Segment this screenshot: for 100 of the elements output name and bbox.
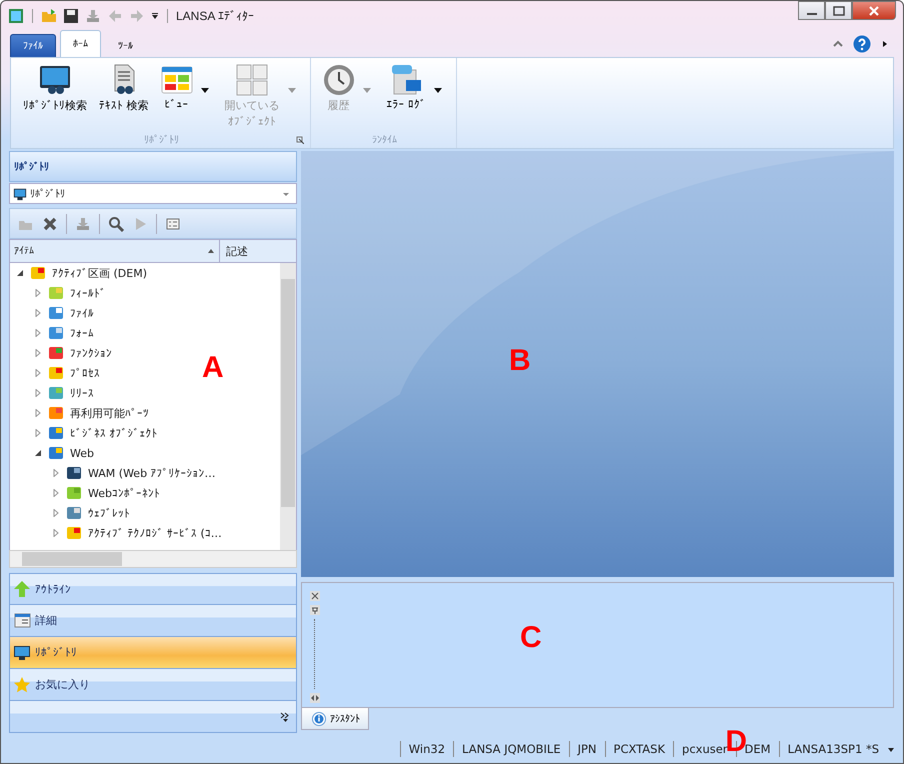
ribbon-tab[interactable]: ﾂｰﾙ: [105, 34, 146, 57]
status-item: Win32: [408, 742, 446, 756]
status-item: JPN: [578, 742, 597, 756]
tile-icon: [66, 485, 82, 501]
tree-item[interactable]: ﾌｧｲﾙ: [70, 306, 94, 320]
tree-item[interactable]: ｱｸﾃｨﾌﾞ ﾃｸﾉﾛｼﾞ ｻｰﾋﾞｽ (ｺ…: [88, 526, 222, 540]
column-header[interactable]: ｱｲﾃﾑ: [10, 240, 220, 262]
ribbon-button[interactable]: ﾃｷｽﾄ 検索: [95, 62, 152, 115]
list-icon[interactable]: [165, 216, 181, 232]
annotation-letter: A: [202, 353, 224, 383]
sort-arrow-icon: [207, 247, 215, 255]
pin-icon[interactable]: [310, 605, 320, 615]
more-options-icon[interactable]: [280, 712, 290, 722]
tile-icon: [48, 425, 64, 441]
arrow-up-icon: [13, 580, 31, 598]
tree-item[interactable]: ﾌｧﾝｸｼｮﾝ: [70, 346, 112, 360]
tree-item[interactable]: ﾘﾘｰｽ: [70, 386, 94, 400]
tile-icon: [66, 505, 82, 521]
ribbon-group-label: ﾘﾎﾟｼﾞﾄﾘ: [144, 134, 179, 146]
clock-icon: [322, 64, 354, 96]
annotation-letter: C: [520, 623, 542, 653]
ribbon-button[interactable]: ｴﾗｰ ﾛｸﾞ: [382, 62, 430, 113]
close-icon: [868, 6, 880, 16]
dropdown-caret-icon[interactable]: [200, 88, 208, 93]
tree-item[interactable]: ｳｪﾌﾞﾚｯﾄ: [88, 506, 130, 520]
panel-header: ﾘﾎﾟｼﾞﾄﾘ: [9, 151, 297, 182]
tree-item[interactable]: ﾋﾞｼﾞﾈｽ ｵﾌﾞｼﾞｪｸﾄ: [70, 426, 158, 440]
details-icon: [13, 612, 31, 630]
status-item: LANSA JQMOBILE: [462, 742, 561, 756]
navigation-pane-button[interactable]: お気に入り: [9, 669, 297, 701]
repository-dropdown[interactable]: ﾘﾎﾟｼﾞﾄﾘ: [9, 183, 297, 204]
download-icon[interactable]: [85, 8, 101, 24]
ribbon-button[interactable]: ﾋﾞｭｰ: [156, 62, 196, 113]
annotation-letter: B: [509, 346, 531, 376]
tile-icon: [48, 365, 64, 381]
window-title: LANSA ｴﾃﾞｨﾀｰ: [176, 8, 254, 22]
tree-item[interactable]: ﾌｫｰﾑ: [70, 326, 94, 340]
dropdown-caret-icon[interactable]: [887, 745, 895, 753]
status-item: LANSA13SP1 *S: [788, 742, 879, 756]
navigation-pane-button[interactable]: 詳細: [9, 605, 297, 637]
maximize-icon: [832, 6, 844, 16]
back-arrow-icon[interactable]: [107, 8, 123, 24]
tile-icon: [48, 385, 64, 401]
tile-icon: [48, 325, 64, 341]
expander-icon[interactable]: [34, 449, 42, 457]
play-arrow-icon[interactable]: [881, 40, 889, 48]
minimize-icon: [806, 13, 816, 15]
resize-icon[interactable]: [310, 693, 320, 703]
assistant-tab[interactable]: ｱｼｽﾀﾝﾄ: [301, 708, 369, 730]
search-icon[interactable]: [108, 216, 124, 232]
minimize-button[interactable]: [798, 1, 825, 20]
ribbon-group-label: ﾗﾝﾀｲﾑ: [372, 134, 397, 146]
tree-item[interactable]: Webｺﾝﾎﾟｰﾈﾝﾄ: [88, 486, 160, 500]
tree-item[interactable]: ﾌｨｰﾙﾄﾞ: [70, 286, 106, 300]
color-tiles-icon: [160, 64, 192, 96]
tile-icon: [48, 285, 64, 301]
tile-icon: [30, 265, 46, 281]
grid-icon: [236, 64, 268, 96]
monitor-icon: [13, 644, 31, 662]
dropdown-caret-icon[interactable]: [434, 88, 442, 93]
tile-icon: [48, 345, 64, 361]
ribbon-tab[interactable]: ﾎｰﾑ: [60, 30, 101, 57]
close-button[interactable]: [852, 1, 896, 20]
column-header[interactable]: 記述: [220, 240, 296, 262]
status-item: DEM: [744, 742, 771, 756]
monitor-icon: [13, 186, 27, 200]
save-icon[interactable]: [63, 8, 79, 24]
ribbon-button[interactable]: ﾘﾎﾟｼﾞﾄﾘ検索: [19, 62, 91, 115]
tree-item[interactable]: 再利用可能ﾊﾟｰﾂ: [70, 406, 149, 420]
tile-icon: [66, 525, 82, 541]
forward-arrow-icon[interactable]: [129, 8, 145, 24]
customize-caret-icon[interactable]: [151, 12, 159, 20]
close-icon[interactable]: [310, 591, 320, 601]
horizontal-scrollbar[interactable]: [9, 550, 297, 568]
download-icon[interactable]: [75, 216, 91, 232]
status-item: pcxuser: [682, 742, 728, 756]
navigation-pane-button[interactable]: ｱｳﾄﾗｲﾝ: [9, 573, 297, 605]
tree-item[interactable]: WAM (Web ｱﾌﾟﾘｹｰｼｮﾝ…: [88, 466, 216, 480]
app-icon: [8, 8, 24, 24]
log-icon: [390, 64, 422, 96]
maximize-button[interactable]: [825, 1, 852, 20]
expander-icon[interactable]: [16, 269, 24, 277]
tile-icon: [48, 305, 64, 321]
ribbon-tab[interactable]: ﾌｧｲﾙ: [10, 34, 56, 57]
tile-icon: [66, 465, 82, 481]
info-icon: [312, 712, 326, 726]
vertical-scrollbar[interactable]: [280, 263, 296, 550]
tree-item[interactable]: ｱｸﾃｨﾌﾞ区画 (DEM): [52, 266, 147, 280]
folder-icon[interactable]: [41, 8, 57, 24]
dialog-launcher-icon[interactable]: [296, 136, 304, 144]
delete-icon[interactable]: [42, 216, 58, 232]
collapse-ribbon-icon[interactable]: [833, 38, 843, 48]
tree-item[interactable]: Web: [70, 446, 94, 460]
help-icon[interactable]: [853, 34, 871, 52]
star-icon: [13, 676, 31, 694]
tile-icon: [48, 405, 64, 421]
annotation-letter: D: [725, 727, 747, 757]
status-item: PCXTASK: [614, 742, 666, 756]
navigation-pane-button[interactable]: ﾘﾎﾟｼﾞﾄﾘ: [9, 637, 297, 669]
tree-item[interactable]: ﾌﾟﾛｾｽ: [70, 366, 100, 380]
